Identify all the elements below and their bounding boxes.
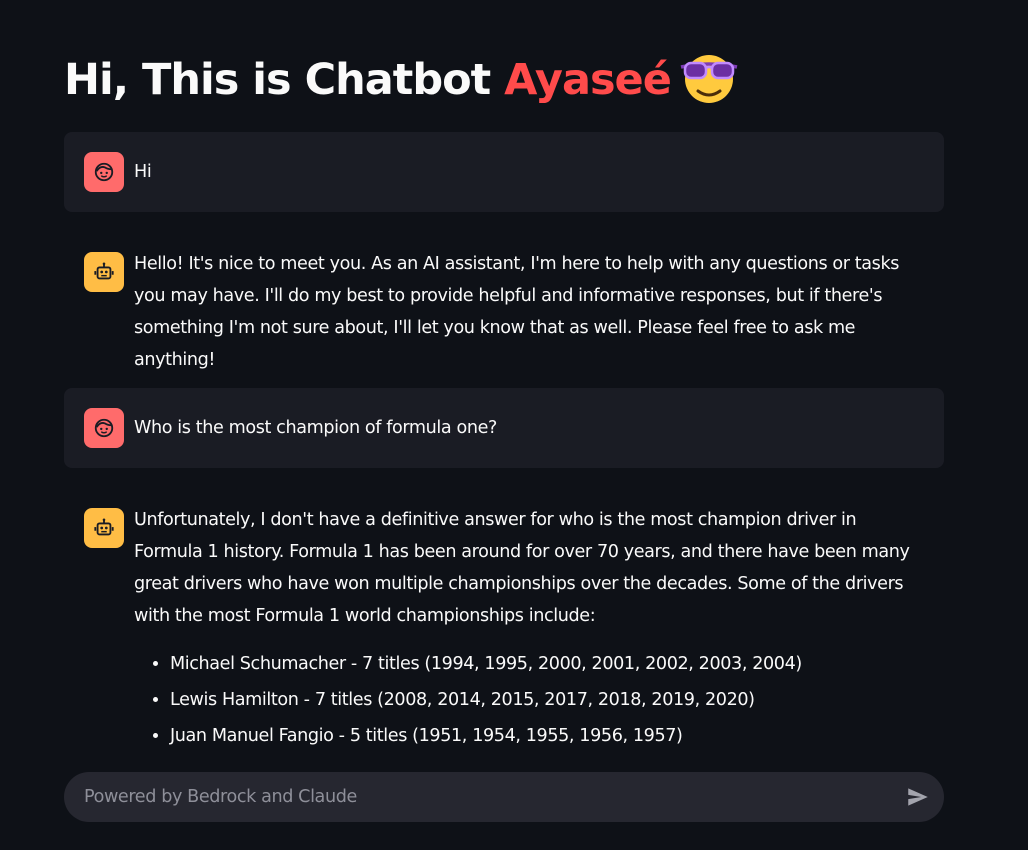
message-paragraph: Who is the most champion of formula one? — [134, 418, 497, 438]
chat-message-assistant: Unfortunately, I don't have a definitive… — [64, 484, 944, 750]
champions-list: Michael Schumacher - 7 titles (1994, 199… — [134, 646, 928, 750]
smiling-face-with-sunglasses-icon — [679, 47, 739, 107]
send-icon — [905, 784, 931, 810]
main-container: Hi, This is Chatbot Ayaseé Hi Hello! It'… — [64, 0, 944, 850]
chat-message-user: Hi — [64, 132, 944, 212]
chat-input[interactable] — [84, 772, 884, 822]
message-text: Who is the most champion of formula one? — [134, 412, 928, 444]
message-paragraph: Unfortunately, I don't have a definitive… — [134, 510, 910, 626]
send-button[interactable] — [904, 783, 932, 811]
chat-input-bar — [64, 772, 944, 822]
title-prefix: Hi, This is Chatbot — [64, 55, 505, 105]
message-paragraph: Hello! It's nice to meet you. As an AI a… — [134, 254, 900, 370]
message-text: Hello! It's nice to meet you. As an AI a… — [134, 248, 928, 376]
user-face-icon — [84, 152, 124, 192]
list-item: Lewis Hamilton - 7 titles (2008, 2014, 2… — [170, 682, 928, 718]
chat-message-assistant: Hello! It's nice to meet you. As an AI a… — [64, 228, 944, 372]
user-face-icon — [84, 408, 124, 448]
chat-message-list[interactable]: Hi Hello! It's nice to meet you. As an A… — [64, 132, 944, 750]
chat-message-user: Who is the most champion of formula one? — [64, 388, 944, 468]
message-paragraph: Hi — [134, 162, 152, 182]
page-title: Hi, This is Chatbot Ayaseé — [64, 50, 739, 113]
robot-icon — [84, 252, 124, 292]
message-text: Hi — [134, 156, 928, 188]
chatbot-name: Ayaseé — [504, 55, 672, 105]
message-text: Unfortunately, I don't have a definitive… — [134, 504, 928, 750]
list-item: Michael Schumacher - 7 titles (1994, 199… — [170, 646, 928, 682]
robot-icon — [84, 508, 124, 548]
list-item: Juan Manuel Fangio - 5 titles (1951, 195… — [170, 718, 928, 750]
